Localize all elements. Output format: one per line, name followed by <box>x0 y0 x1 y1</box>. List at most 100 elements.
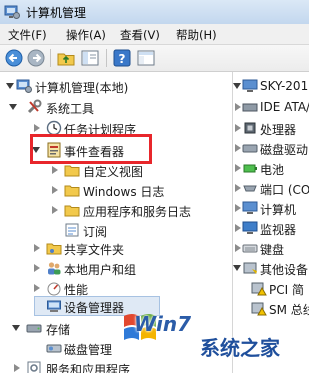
collapse-arrow-icon[interactable] <box>34 244 40 252</box>
performance-icon <box>47 282 61 296</box>
expand-arrow-icon[interactable] <box>12 325 20 331</box>
tree-item-windows-logs[interactable]: Windows 日志 <box>0 180 232 200</box>
monitor-icon <box>242 221 258 234</box>
collapse-arrow-icon[interactable] <box>235 164 241 172</box>
menu-view[interactable]: 查看(V) <box>120 27 160 43</box>
device-item-pci[interactable]: PCI 简 <box>233 278 309 298</box>
expand-arrow-icon[interactable] <box>233 83 241 89</box>
tree-label: 服务和应用程序 <box>46 363 131 373</box>
show-hide-tree-icon[interactable] <box>80 48 100 68</box>
storage-icon <box>26 324 42 333</box>
svg-text:?: ? <box>119 52 126 66</box>
expand-arrow-icon[interactable] <box>9 104 17 110</box>
collapse-arrow-icon[interactable] <box>235 103 241 111</box>
device-label: 计算机 <box>260 203 297 217</box>
device-item-ide[interactable]: IDE ATA/ <box>233 97 309 117</box>
other-devices-icon <box>243 262 257 274</box>
collapse-arrow-icon[interactable] <box>235 144 241 152</box>
help-icon[interactable]: ? <box>112 48 132 68</box>
computer-management-icon <box>16 79 32 93</box>
toolbar: ? <box>0 45 309 72</box>
tree-item-local-users[interactable]: 本地用户和组 <box>0 258 232 278</box>
folder-icon <box>64 185 80 197</box>
properties-pane-icon[interactable] <box>136 48 156 68</box>
collapse-arrow-icon[interactable] <box>14 364 20 372</box>
collapse-arrow-icon[interactable] <box>235 224 241 232</box>
watermark-site: 系统之家 <box>200 336 280 360</box>
collapse-arrow-icon[interactable] <box>235 244 241 252</box>
shared-folder-icon <box>46 243 62 255</box>
watermark: Win7 系统之家 <box>120 298 309 373</box>
collapse-arrow-icon[interactable] <box>235 184 241 192</box>
collapse-arrow-icon[interactable] <box>235 204 241 212</box>
menu-bar: 文件(F) 操作(A) 查看(V) 帮助(H) <box>0 24 309 45</box>
device-item-port[interactable]: 端口 (CO <box>233 178 309 198</box>
device-manager-icon <box>46 298 62 314</box>
ide-controller-icon <box>242 103 258 112</box>
title-bar: 计算机管理 <box>0 0 309 25</box>
device-label: SKY-201310 <box>260 79 309 93</box>
toolbar-separator <box>50 49 51 67</box>
device-label: 电池 <box>260 163 285 177</box>
expand-arrow-icon[interactable] <box>6 83 14 89</box>
forward-icon[interactable] <box>26 48 46 68</box>
up-folder-icon[interactable] <box>56 48 76 68</box>
services-icon <box>27 361 41 373</box>
tree-item-root[interactable]: 计算机管理(本地) <box>0 76 232 96</box>
disk-drive-icon <box>242 144 258 153</box>
collapse-arrow-icon[interactable] <box>34 284 40 292</box>
back-icon[interactable] <box>4 48 24 68</box>
device-manager-label: 设备管理器 <box>64 301 125 315</box>
tree-item-system-tools[interactable]: 系统工具 <box>0 97 232 117</box>
device-label: IDE ATA/ <box>260 100 309 114</box>
expand-arrow-icon[interactable] <box>233 265 241 271</box>
computer-icon <box>242 79 258 92</box>
tools-icon <box>27 99 42 114</box>
window-title: 计算机管理 <box>26 6 87 20</box>
device-item-battery[interactable]: 电池 <box>233 158 309 178</box>
tree-label: 自定义视图 <box>83 165 144 179</box>
device-label: 磁盘驱动 <box>260 143 309 157</box>
users-icon <box>48 262 61 275</box>
port-icon <box>243 185 257 192</box>
tree-label: 计算机管理(本地) <box>35 81 129 95</box>
device-label: PCI 简 <box>269 283 304 297</box>
tree-label: 磁盘管理 <box>64 343 113 357</box>
annotation-highlight-box <box>30 134 152 164</box>
device-item-processor[interactable]: 处理器 <box>233 118 309 138</box>
collapse-arrow-icon[interactable] <box>52 206 58 214</box>
disk-management-icon <box>46 344 62 353</box>
keyboard-icon <box>242 244 258 253</box>
warning-device-icon <box>251 282 267 296</box>
tree-item-subscriptions[interactable]: 订阅 <box>0 220 232 240</box>
device-item-disk-drive[interactable]: 磁盘驱动 <box>233 138 309 158</box>
collapse-arrow-icon[interactable] <box>34 124 40 132</box>
computer-icon <box>242 201 258 214</box>
device-item-monitor[interactable]: 监视器 <box>233 218 309 238</box>
device-item-computer[interactable]: 计算机 <box>233 198 309 218</box>
folder-icon <box>64 205 80 217</box>
menu-action[interactable]: 操作(A) <box>66 27 106 43</box>
menu-help[interactable]: 帮助(H) <box>176 27 217 43</box>
collapse-arrow-icon[interactable] <box>235 124 241 132</box>
battery-icon <box>243 164 257 173</box>
device-item-other-devices[interactable]: 其他设备 <box>233 258 309 278</box>
tree-label: 系统工具 <box>46 102 95 116</box>
tree-item-performance[interactable]: 性能 <box>0 278 232 298</box>
tree-item-shared-folders[interactable]: 共享文件夹 <box>0 238 232 258</box>
tree-label: 存储 <box>46 323 71 337</box>
collapse-arrow-icon[interactable] <box>52 166 58 174</box>
processor-icon <box>244 122 256 134</box>
device-label: 其他设备 <box>260 263 309 277</box>
folder-icon <box>64 165 80 177</box>
tree-item-app-service-logs[interactable]: 应用程序和服务日志 <box>0 200 232 220</box>
menu-file[interactable]: 文件(F) <box>8 27 47 43</box>
collapse-arrow-icon[interactable] <box>34 264 40 272</box>
collapse-arrow-icon[interactable] <box>52 186 58 194</box>
device-root[interactable]: SKY-201310 <box>233 76 309 96</box>
tree-label: 共享文件夹 <box>64 243 125 257</box>
device-label: 监视器 <box>260 223 297 237</box>
tree-label: 本地用户和组 <box>64 263 137 277</box>
device-item-keyboard[interactable]: 键盘 <box>233 238 309 258</box>
device-label: 端口 (CO <box>260 183 309 197</box>
